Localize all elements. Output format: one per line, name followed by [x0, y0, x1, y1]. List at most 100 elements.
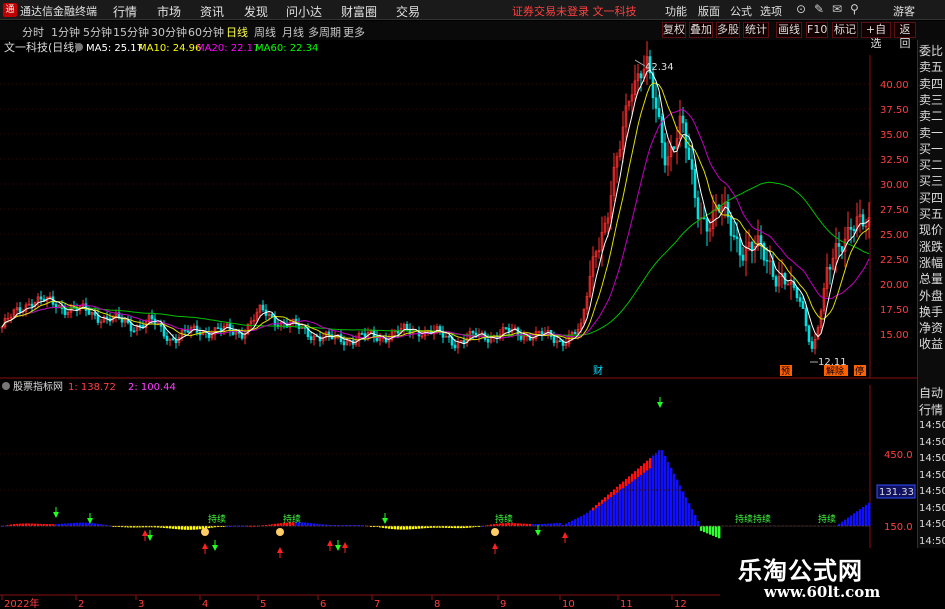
tool-draw-line[interactable]: 画线 — [776, 22, 802, 38]
candle-body — [693, 168, 697, 199]
menu-news[interactable]: 资讯 — [200, 3, 224, 20]
tool-multi-stock[interactable]: 多股 — [716, 22, 740, 38]
guest-user[interactable]: 游客 — [893, 3, 915, 19]
period-tab-8[interactable]: 月线 — [282, 24, 304, 40]
search-icon[interactable]: ⚲ — [850, 2, 859, 16]
period-tab-1[interactable]: 1分钟 — [51, 24, 80, 40]
indicator-bar — [568, 522, 571, 526]
signal-label: 持续 — [495, 513, 513, 525]
menu-layout[interactable]: 版面 — [698, 3, 720, 19]
period-tab-2[interactable]: 5分钟 — [83, 24, 112, 40]
indicator-bar-inner — [598, 505, 601, 526]
indicator-settings-icon[interactable] — [2, 382, 10, 390]
tool-back[interactable]: 返回 — [894, 22, 916, 50]
candle-body — [63, 308, 67, 315]
indicator-bar-inner — [643, 472, 646, 526]
skin-icon[interactable]: ✎ — [814, 2, 824, 16]
sidebar-tick-9: 14:50 — [919, 535, 945, 547]
buy-signal-arrow — [142, 530, 148, 536]
candle-body — [462, 340, 466, 344]
money-bag-icon — [201, 528, 209, 536]
tool-restore-rights[interactable]: 复权 — [662, 22, 686, 38]
indicator-bar-inner — [631, 481, 634, 526]
legend-settings-icon[interactable] — [75, 43, 83, 51]
sidebar-quote-1: 卖五 — [919, 60, 944, 75]
candle-body — [171, 338, 175, 341]
candle-body — [705, 218, 709, 232]
candle-body — [738, 238, 742, 256]
tool-statistics[interactable]: 统计 — [743, 22, 769, 38]
x-tick-label: 9 — [500, 599, 506, 609]
candle-body — [759, 235, 763, 244]
menu-function[interactable]: 功能 — [665, 3, 687, 19]
indicator-bar-inner — [589, 512, 592, 526]
candle-body — [639, 73, 643, 79]
menu-options[interactable]: 选项 — [760, 3, 782, 19]
candle-body — [774, 276, 778, 287]
candle-body — [741, 254, 745, 261]
candle-body — [765, 259, 769, 262]
indicator-bar — [709, 526, 712, 535]
event-marker-unlock[interactable]: 解除 — [826, 365, 844, 377]
menu-wealth[interactable]: 财富圈 — [341, 3, 377, 20]
indicator-bar — [421, 526, 424, 529]
menu-quotes[interactable]: 行情 — [113, 3, 137, 20]
period-tab-9[interactable]: 多周期 — [308, 24, 341, 40]
indicator-tick-label: 450.0 — [884, 450, 913, 461]
period-tab-0[interactable]: 分时 — [22, 24, 44, 40]
indicator-bar — [277, 523, 280, 526]
indicator-bar — [313, 523, 316, 526]
candle-body — [663, 142, 667, 166]
candle-body — [186, 330, 190, 333]
indicator-line1: 1: 138.72 — [68, 382, 116, 393]
candle-body — [801, 301, 805, 309]
help-icon[interactable]: ⊙ — [796, 2, 806, 16]
period-tab-10[interactable]: 更多 — [343, 24, 365, 40]
candle-body — [654, 97, 658, 109]
candle-body — [687, 147, 691, 160]
menu-trade[interactable]: 交易 — [396, 3, 420, 20]
period-tab-5[interactable]: 60分钟 — [188, 24, 224, 40]
indicator-bar — [700, 526, 703, 531]
period-tab-7[interactable]: 周线 — [254, 24, 276, 40]
x-tick-label: 6 — [320, 599, 326, 609]
indicator-bar — [859, 509, 862, 526]
event-marker-forecast[interactable]: 预 — [781, 366, 790, 377]
event-marker-finance[interactable]: 财 — [593, 364, 603, 377]
signal-label: 持续 — [208, 513, 226, 525]
sidebar-tick-0[interactable]: 自动 — [919, 386, 945, 400]
candle-body — [504, 327, 508, 329]
message-icon[interactable]: ✉ — [832, 2, 842, 16]
sidebar-tick-1[interactable]: 行情 — [919, 403, 945, 417]
period-tab-4[interactable]: 30分钟 — [151, 24, 187, 40]
indicator-bar-inner — [646, 470, 649, 526]
period-tab-3[interactable]: 15分钟 — [113, 24, 149, 40]
period-tab-6[interactable]: 日线 — [226, 24, 248, 40]
sell-signal-arrow — [382, 518, 388, 524]
indicator-bar — [715, 526, 718, 538]
tool-add-watchlist[interactable]: +自选 — [861, 22, 891, 50]
tool-overlay[interactable]: 叠加 — [689, 22, 713, 38]
indicator-bar — [193, 526, 196, 530]
candle-body — [18, 307, 22, 313]
sidebar-quote-4: 卖二 — [919, 109, 944, 124]
menu-discover[interactable]: 发现 — [244, 3, 268, 20]
indicator-bar — [181, 526, 184, 530]
indicator-bar-inner — [676, 486, 679, 526]
indicator-bar — [397, 526, 400, 530]
candle-body — [729, 216, 733, 236]
menu-ask[interactable]: 问小达 — [286, 3, 322, 20]
menu-formula[interactable]: 公式 — [730, 3, 752, 19]
tool-f10[interactable]: F10 — [806, 22, 828, 38]
event-marker-halt[interactable]: 停 — [855, 365, 864, 377]
sidebar-tick-7: 14:50 — [919, 502, 945, 514]
indicator-bar — [697, 520, 700, 526]
candle-body — [735, 236, 739, 239]
indicator-line2: 2: 100.44 — [128, 382, 176, 393]
tool-mark[interactable]: 标记 — [832, 22, 858, 38]
candle-body — [750, 241, 754, 251]
menu-market[interactable]: 市场 — [157, 3, 181, 20]
indicator-bar — [400, 526, 403, 530]
indicator-bar-inner — [685, 501, 688, 526]
trade-login-alert[interactable]: 证券交易未登录 文一科技 — [512, 3, 637, 19]
